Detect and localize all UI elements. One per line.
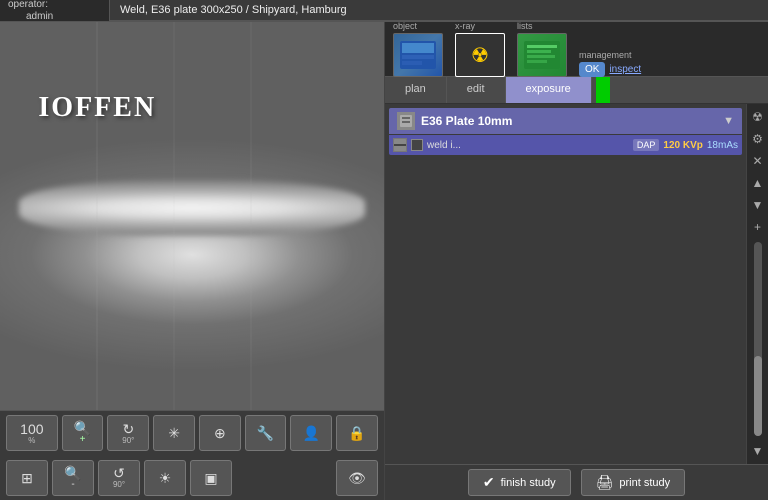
tab-plan[interactable]: plan [385, 77, 447, 103]
bottom-actions: ✔ finish study 🖨 print study [385, 464, 768, 500]
zoom-out-button[interactable]: 🔍 - [52, 460, 94, 496]
plate-icon [397, 112, 415, 130]
plate-header[interactable]: E36 Plate 10mm ▼ [389, 108, 742, 134]
main-layout: IOFFEN 100 % 🔍 + ↻ 90° ✳ [0, 22, 768, 500]
finish-study-button[interactable]: ✔ finish study [468, 469, 571, 496]
tabs-row: plan edit exposure [385, 77, 768, 104]
top-bar: operator: admin Weld, E36 plate 300x250 … [0, 0, 768, 22]
nav-object-label: object [393, 21, 417, 31]
nav-thumbnails: object x-ray ☢ [393, 21, 641, 77]
operator-info: operator: admin [0, 0, 110, 21]
weld-mas: 18mAs [707, 140, 738, 151]
tab-exposure[interactable]: exposure [506, 77, 592, 103]
weld-tag: DAP [633, 139, 660, 151]
inspect-button[interactable]: inspect [609, 64, 641, 75]
top-navigation: object x-ray ☢ [385, 22, 768, 77]
print-study-button[interactable]: 🖨 print study [581, 469, 686, 496]
plate-expand-icon[interactable]: ▼ [723, 115, 734, 127]
tab-edit[interactable]: edit [447, 77, 506, 103]
weld-row[interactable]: weld i... DAP 120 KVp 18mAs [389, 135, 742, 155]
weld-icon [393, 138, 407, 152]
nav-xray-thumbnail[interactable]: ☢ [455, 33, 505, 77]
brightness-button[interactable]: ✳ [153, 415, 195, 451]
scroll-thumb [754, 356, 762, 436]
table-area: E36 Plate 10mm ▼ weld i... DAP 120 KVp [385, 104, 746, 464]
nav-management-group: management OK inspect [579, 50, 641, 77]
radiation-sidebar-icon[interactable]: ☢ [749, 108, 767, 126]
settings-sidebar-icon[interactable]: ⚙ [749, 130, 767, 148]
right-panel: object x-ray ☢ [385, 22, 768, 500]
lock-button[interactable]: 🔒 [336, 415, 378, 451]
grid-button[interactable]: ⊞ [6, 460, 48, 496]
nav-lists-thumbnail[interactable] [517, 33, 567, 77]
content-area: E36 Plate 10mm ▼ weld i... DAP 120 KVp [385, 104, 768, 464]
bottom-toolbar: 100 % 🔍 + ↻ 90° ✳ ⊕ 🔧 [0, 410, 384, 500]
cross-sidebar-icon[interactable]: ✕ [749, 152, 767, 170]
right-sidebar: ☢ ⚙ ✕ ▲ ▼ + ▼ [746, 104, 768, 464]
rotate-ccw-button[interactable]: ↺ 90° [98, 460, 140, 496]
person-button[interactable]: 👤 [290, 415, 332, 451]
ok-badge[interactable]: OK [579, 62, 605, 77]
weld-checkbox[interactable] [411, 139, 423, 151]
bottom-scroll-icon[interactable]: ▼ [749, 442, 767, 460]
breadcrumb: Weld, E36 plate 300x250 / Shipyard, Hamb… [110, 0, 768, 21]
scroll-track[interactable] [754, 242, 762, 436]
weld-kv: 120 KVp [663, 140, 702, 151]
left-panel: IOFFEN 100 % 🔍 + ↻ 90° ✳ [0, 22, 385, 500]
nav-object-thumbnail[interactable] [393, 33, 443, 77]
weld-name: weld i... [427, 140, 629, 151]
operator-name: admin [26, 11, 101, 23]
zoom-in-button[interactable]: 🔍 + [62, 415, 104, 451]
toolbar-row-2: ⊞ 🔍 - ↺ 90° ☀ ▣ 👁 [0, 456, 384, 500]
exposure-active-indicator [596, 77, 610, 103]
snapshot-button[interactable]: ▣ [190, 460, 232, 496]
toolbar-row-1: 100 % 🔍 + ↻ 90° ✳ ⊕ 🔧 [0, 411, 384, 456]
radiation-icon: ☢ [471, 43, 489, 68]
nav-xray-label: x-ray [455, 21, 475, 31]
contrast-button[interactable]: ☀ [144, 460, 186, 496]
printer-icon: 🖨 [596, 474, 614, 491]
checkmark-icon: ✔ [483, 474, 495, 491]
streak-3 [250, 22, 252, 410]
down-sidebar-icon[interactable]: ▼ [749, 196, 767, 214]
add-sidebar-icon[interactable]: + [749, 218, 767, 236]
ioffe-marker-text: IOFFEN [38, 92, 156, 124]
nav-lists-group: lists [517, 21, 567, 77]
nav-management-label: management [579, 50, 632, 60]
rotate-button[interactable]: ↻ 90° [107, 415, 149, 451]
eye-button[interactable]: 👁 [336, 460, 378, 496]
zoom-percent-button[interactable]: 100 % [6, 415, 58, 451]
nav-lists-label: lists [517, 21, 533, 31]
up-sidebar-icon[interactable]: ▲ [749, 174, 767, 192]
weld-line [19, 181, 365, 236]
streak-2 [173, 22, 175, 410]
xray-image-area: IOFFEN [0, 22, 384, 410]
nav-xray-group: x-ray ☢ [455, 21, 505, 77]
streak-1 [96, 22, 98, 410]
tools-button[interactable]: 🔧 [245, 415, 287, 451]
nav-object-group: object [393, 21, 443, 77]
search-button[interactable]: ⊕ [199, 415, 241, 451]
plate-title: E36 Plate 10mm [421, 114, 512, 128]
operator-label: operator: [8, 0, 101, 11]
